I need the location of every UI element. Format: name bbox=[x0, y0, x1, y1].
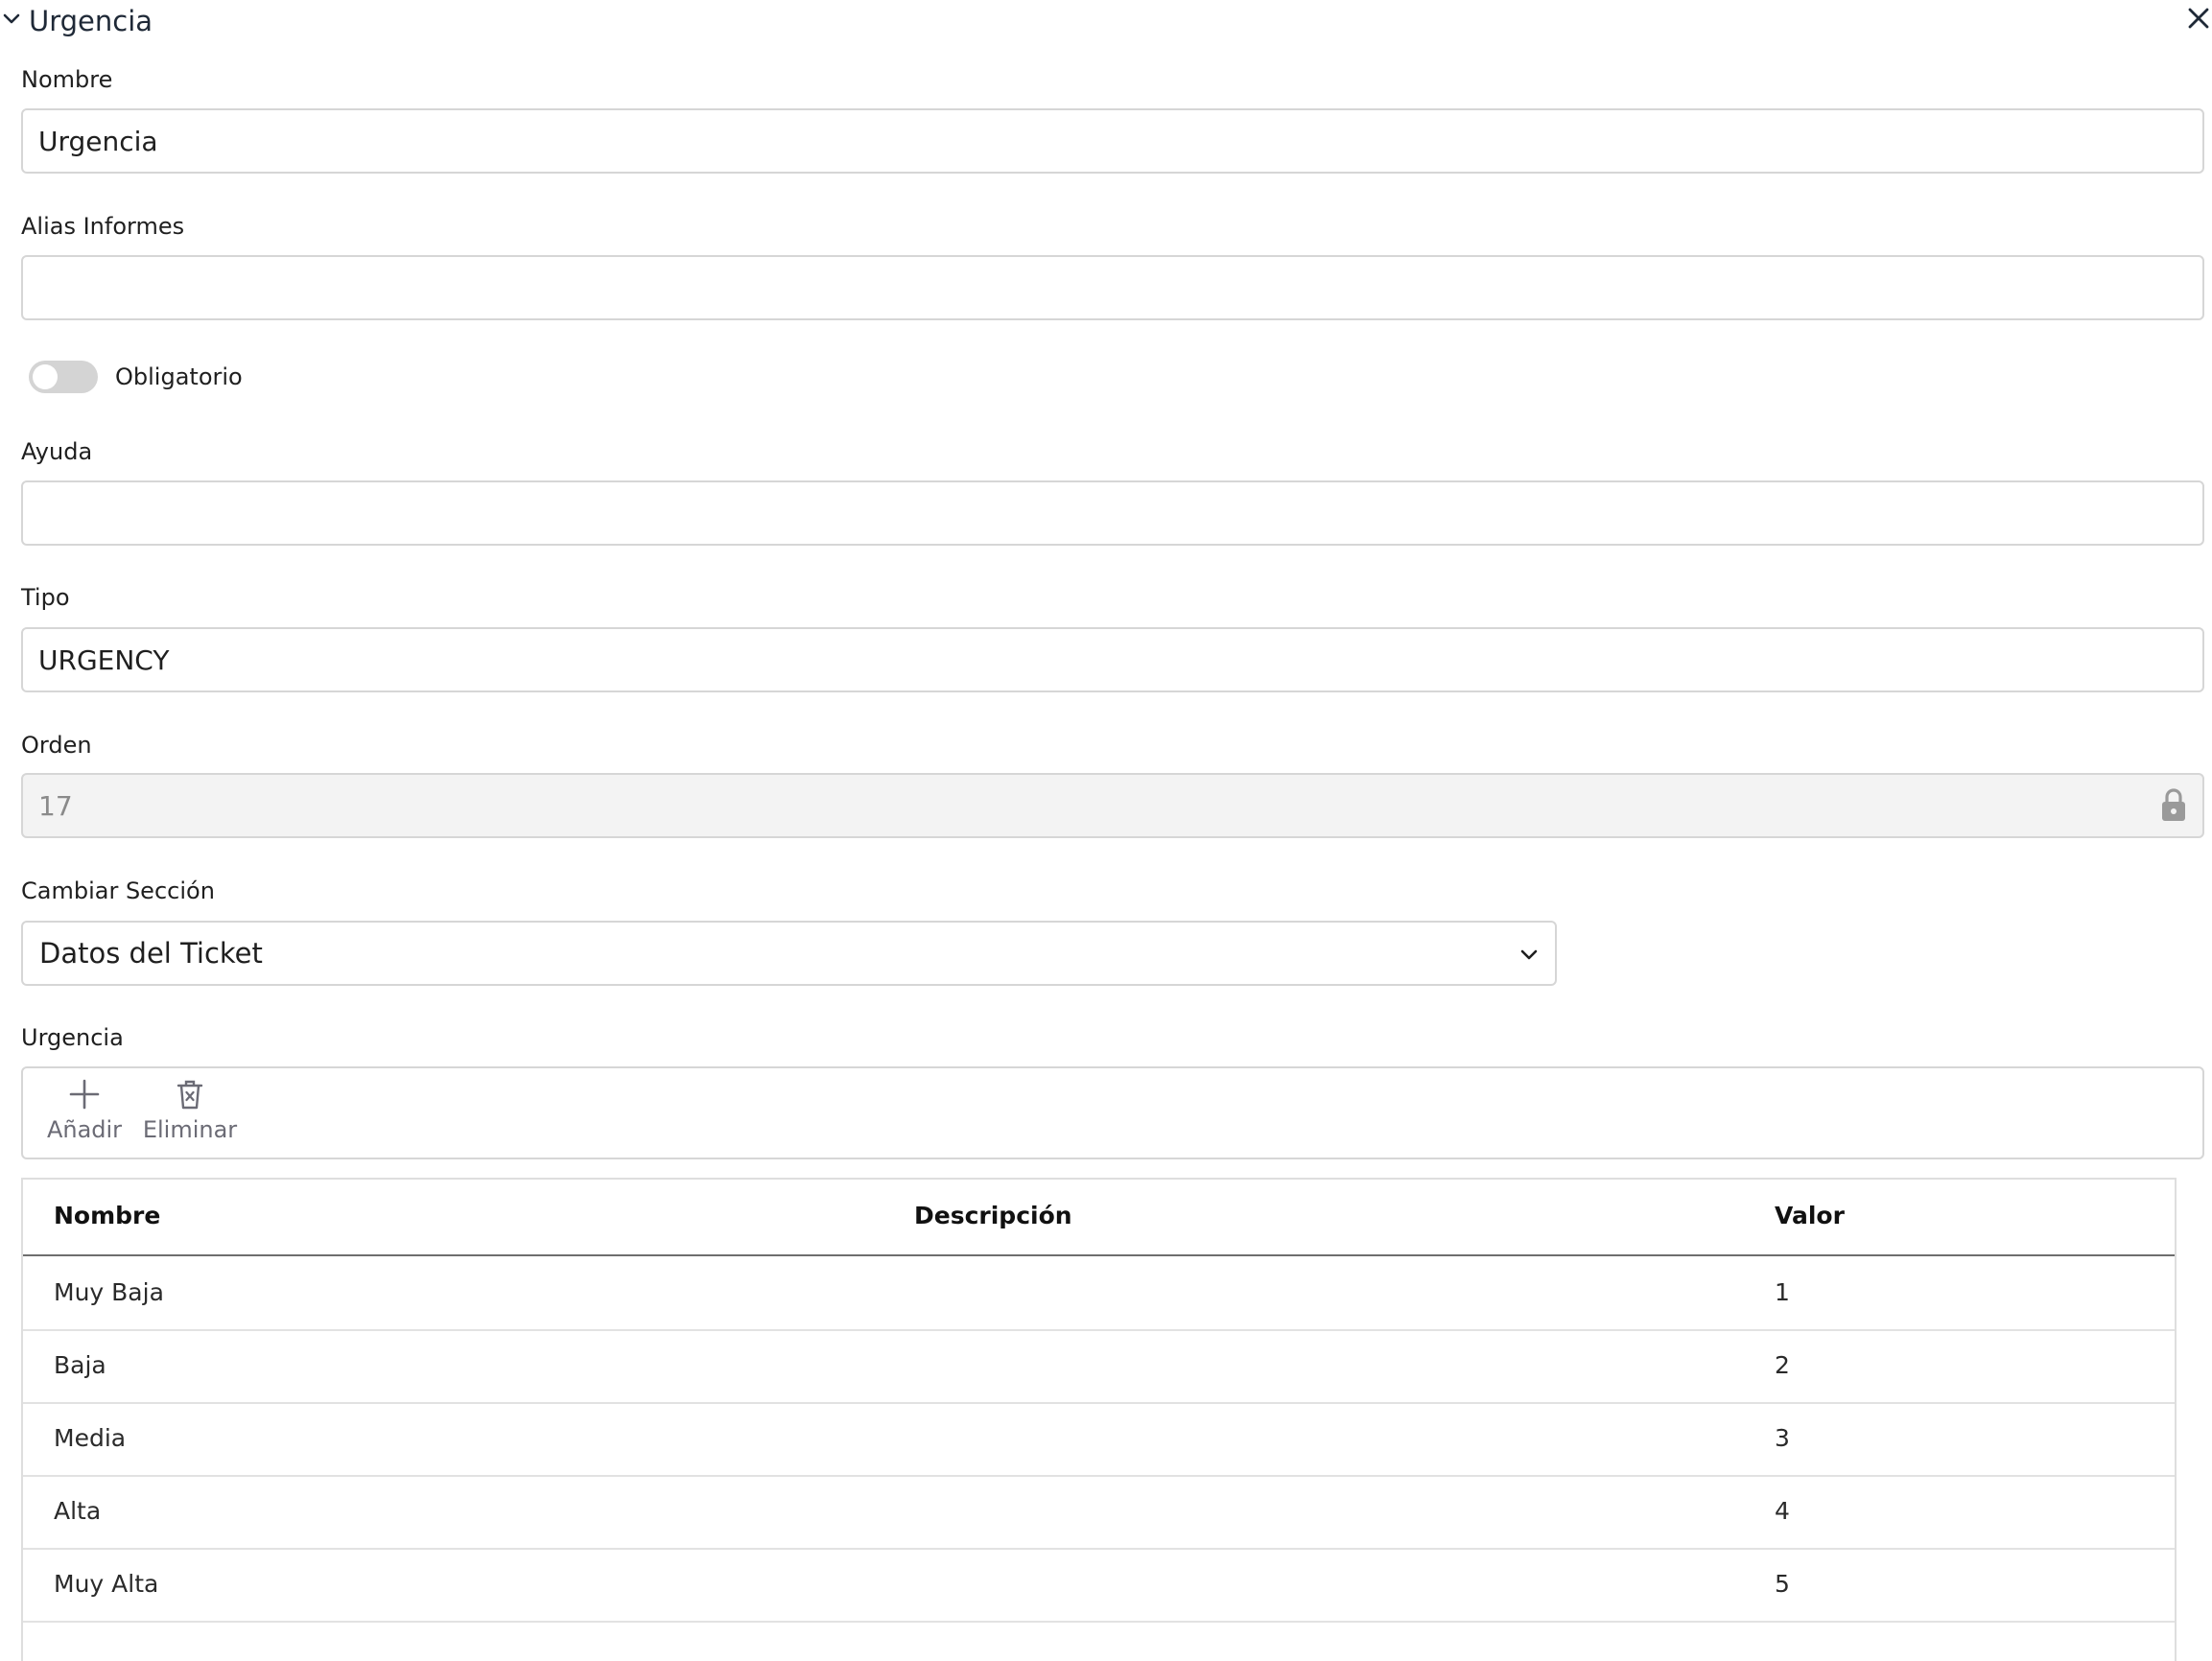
ayuda-input[interactable] bbox=[21, 480, 2204, 546]
nombre-label: Nombre bbox=[21, 66, 113, 93]
trash-icon bbox=[176, 1080, 203, 1110]
cell-nombre: Muy Baja bbox=[54, 1278, 164, 1306]
chevron-down-icon bbox=[1520, 949, 1538, 960]
obligatorio-toggle[interactable] bbox=[29, 361, 98, 393]
urgencia-list-label: Urgencia bbox=[21, 1024, 124, 1051]
tipo-input[interactable] bbox=[21, 627, 2204, 692]
panel-title: Urgencia bbox=[29, 5, 153, 37]
cell-valor: 3 bbox=[1775, 1424, 1790, 1452]
cell-nombre: Baja bbox=[54, 1351, 106, 1379]
table-row[interactable]: Media 3 bbox=[23, 1402, 2175, 1477]
tipo-label: Tipo bbox=[21, 584, 70, 611]
orden-input bbox=[21, 773, 2204, 838]
toggle-knob bbox=[33, 364, 58, 389]
seccion-select[interactable]: Datos del Ticket bbox=[21, 921, 1557, 986]
table-row[interactable]: Muy Alta 5 bbox=[23, 1548, 2175, 1623]
alias-informes-label: Alias Informes bbox=[21, 213, 185, 240]
cambiar-seccion-label: Cambiar Sección bbox=[21, 877, 215, 904]
orden-label: Orden bbox=[21, 732, 92, 759]
cell-valor: 1 bbox=[1775, 1278, 1790, 1306]
ayuda-label: Ayuda bbox=[21, 438, 93, 465]
table-row[interactable]: Alta 4 bbox=[23, 1475, 2175, 1550]
cell-valor: 5 bbox=[1775, 1570, 1790, 1598]
close-icon[interactable] bbox=[2188, 8, 2209, 29]
chevron-down-icon[interactable] bbox=[2, 10, 21, 29]
table-row[interactable]: Muy Baja 1 bbox=[23, 1256, 2175, 1331]
table-row[interactable]: Baja 2 bbox=[23, 1329, 2175, 1404]
cell-nombre: Alta bbox=[54, 1497, 102, 1525]
column-header-descripcion[interactable]: Descripción bbox=[914, 1201, 1072, 1231]
seccion-selected-value: Datos del Ticket bbox=[39, 937, 263, 970]
cell-nombre: Media bbox=[54, 1424, 127, 1452]
cell-nombre: Muy Alta bbox=[54, 1570, 159, 1598]
cell-valor: 4 bbox=[1775, 1497, 1790, 1525]
obligatorio-label: Obligatorio bbox=[115, 363, 243, 390]
column-header-nombre[interactable]: Nombre bbox=[54, 1201, 160, 1231]
panel-header: Urgencia bbox=[0, 0, 2212, 42]
urgencia-toolbar: Añadir Eliminar bbox=[21, 1066, 2204, 1159]
lock-icon bbox=[2162, 788, 2185, 821]
alias-informes-input[interactable] bbox=[21, 255, 2204, 320]
add-button-label: Añadir bbox=[46, 1116, 123, 1143]
column-header-valor[interactable]: Valor bbox=[1775, 1201, 1845, 1231]
cell-valor: 2 bbox=[1775, 1351, 1790, 1379]
plus-icon bbox=[69, 1079, 100, 1110]
urgencia-table: Nombre Descripción Valor Muy Baja 1 Baja… bbox=[21, 1178, 2177, 1661]
table-header: Nombre Descripción Valor bbox=[23, 1180, 2175, 1256]
add-button[interactable]: Añadir bbox=[44, 1078, 125, 1155]
delete-button-label: Eliminar bbox=[142, 1116, 238, 1143]
nombre-input[interactable] bbox=[21, 108, 2204, 174]
delete-button[interactable]: Eliminar bbox=[136, 1078, 244, 1155]
